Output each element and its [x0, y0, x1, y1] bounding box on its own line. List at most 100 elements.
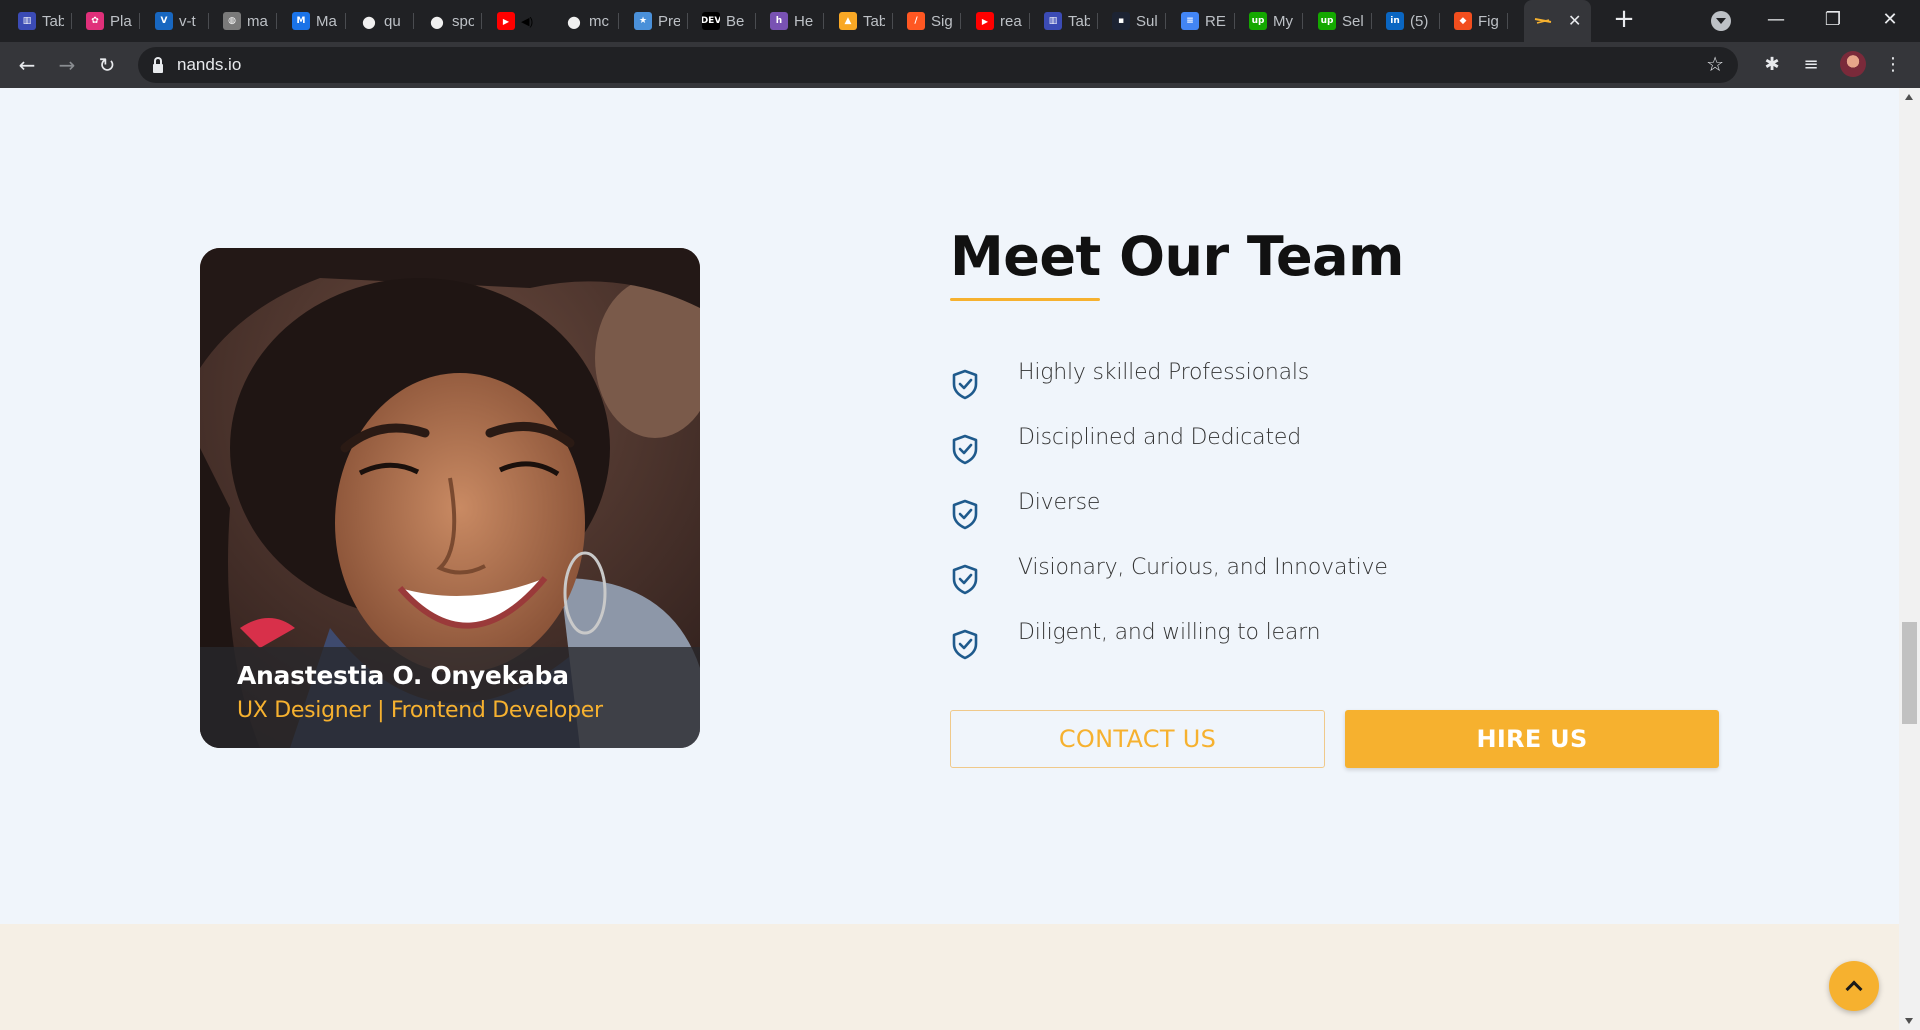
youtube-icon: ▶: [497, 12, 515, 30]
dark-app-icon: ▪: [1112, 12, 1130, 30]
youtube-icon: ▶: [976, 12, 994, 30]
feature-text: Diligent, and willing to learn: [1018, 620, 1321, 645]
browser-tab[interactable]: Vv-t: [149, 6, 209, 36]
lock-icon: [153, 56, 163, 73]
profile-avatar[interactable]: [1840, 51, 1866, 77]
tab-separator: [276, 13, 277, 29]
tab-separator: [413, 13, 414, 29]
reload-icon[interactable]: ↻: [93, 51, 121, 79]
team-member-caption: Anastestia O. Onyekaba UX Designer | Fro…: [200, 647, 700, 748]
url-text[interactable]: nands.io: [177, 55, 241, 75]
restore-button[interactable]: ❐: [1818, 6, 1848, 34]
bar-chart-icon: ▥: [18, 12, 36, 30]
browser-tab[interactable]: ★ Pre: [628, 6, 688, 36]
browser-tab[interactable]: ▪ Sul: [1106, 6, 1166, 36]
browser-tab[interactable]: ● mc: [559, 6, 619, 36]
feature-item: Diverse: [950, 490, 1388, 555]
page-scrollbar[interactable]: [1899, 88, 1920, 1030]
tab-separator: [1029, 13, 1030, 29]
shield-check-icon: [952, 564, 978, 595]
tab-title: qu: [384, 12, 401, 30]
tab-title: Sig: [931, 12, 953, 30]
tab-title: Ma: [316, 12, 337, 30]
heading-underline: [950, 298, 1100, 301]
close-tab-icon[interactable]: ✕: [1568, 11, 1581, 31]
browser-tab[interactable]: / Sig: [901, 6, 961, 36]
new-tab-button[interactable]: +: [1610, 6, 1638, 34]
tab-separator: [481, 13, 482, 29]
vuetify-icon: V: [155, 12, 173, 30]
docs-icon: ≡: [1181, 12, 1199, 30]
tab-title: Fig: [1478, 12, 1499, 30]
browser-tab[interactable]: ✿ Pla: [80, 6, 140, 36]
menu-icon[interactable]: ⋮: [1879, 51, 1907, 79]
browser-tab[interactable]: ≡ RE: [1175, 6, 1235, 36]
browser-tab[interactable]: ● spo: [422, 6, 482, 36]
heroku-icon: h: [770, 12, 788, 30]
browser-tab[interactable]: ▲ Tab: [833, 6, 893, 36]
browser-tab[interactable]: ▶ rea: [970, 6, 1030, 36]
browser-tab[interactable]: up My: [1243, 6, 1303, 36]
browser-tab[interactable]: ▥ Tab: [12, 6, 72, 36]
browser-tab[interactable]: h He: [764, 6, 824, 36]
minimize-button[interactable]: —: [1761, 6, 1791, 34]
tab-separator: [960, 13, 961, 29]
shield-check-icon: [952, 629, 978, 660]
browser-tab[interactable]: ◆ Fig: [1448, 6, 1508, 36]
upwork-icon: up: [1318, 12, 1336, 30]
media-control-icon[interactable]: ≡: [1797, 51, 1825, 79]
feature-item: Visionary, Curious, and Innovative: [950, 555, 1388, 620]
chevron-up-icon: [1845, 980, 1863, 998]
scrollbar-thumb[interactable]: [1902, 622, 1917, 724]
next-section-band: [0, 924, 1899, 1030]
browser-tab-strip: ▥ Tab ✿ Pla Vv-t ◍ ma M Ma ● qu ● spo ▶ ◀) ● mc ★ Pre DEV Be…: [0, 0, 1920, 42]
tab-title: rea: [1000, 12, 1022, 30]
feature-item: Highly skilled Professionals: [950, 360, 1388, 425]
scroll-down-arrow-icon[interactable]: [1905, 1018, 1913, 1024]
browser-tab[interactable]: ● qu: [354, 6, 414, 36]
tab-title: Sel: [1342, 12, 1364, 30]
tab-title: mc: [589, 12, 609, 30]
bookmark-star-icon[interactable]: ☆: [1706, 52, 1724, 76]
browser-tab[interactable]: ▥ Tab: [1038, 6, 1098, 36]
shield-check-icon: [952, 434, 978, 465]
back-arrow-icon[interactable]: ←: [13, 51, 41, 79]
github-icon: ●: [360, 12, 378, 30]
extensions-icon[interactable]: ✱: [1758, 51, 1786, 79]
feature-text: Disciplined and Dedicated: [1018, 425, 1301, 450]
tab-title: RE: [1205, 12, 1226, 30]
pink-app-icon: ✿: [86, 12, 104, 30]
contact-us-button[interactable]: CONTACT US: [950, 710, 1325, 768]
tab-active-nands[interactable]: ✕: [1524, 0, 1592, 42]
browser-tab[interactable]: DEV Be: [696, 6, 756, 36]
tab-separator: [208, 13, 209, 29]
hire-us-button[interactable]: HIRE US: [1345, 710, 1719, 768]
browser-tab[interactable]: ◍ ma: [217, 6, 277, 36]
tab-separator: [687, 13, 688, 29]
browser-tab[interactable]: M Ma: [286, 6, 346, 36]
tab-separator: [1507, 13, 1508, 29]
github-icon: ●: [565, 12, 583, 30]
tab-search-icon[interactable]: [1711, 11, 1731, 31]
close-window-button[interactable]: ✕: [1875, 6, 1905, 34]
tab-separator: [71, 13, 72, 29]
tab-title: v-t: [179, 12, 196, 30]
tab-title: Pla: [110, 12, 132, 30]
figma-icon: ◆: [1454, 12, 1472, 30]
scroll-to-top-button[interactable]: [1829, 961, 1879, 1011]
forward-arrow-icon[interactable]: →: [53, 51, 81, 79]
browser-tab[interactable]: ▶ ◀): [491, 6, 570, 36]
feature-text: Highly skilled Professionals: [1018, 360, 1310, 385]
team-member-card: Anastestia O. Onyekaba UX Designer | Fro…: [200, 248, 700, 748]
tab-separator: [618, 13, 619, 29]
browser-tab[interactable]: in (5): [1380, 6, 1440, 36]
feature-item: Diligent, and willing to learn: [950, 620, 1388, 685]
tab-title: spo: [452, 12, 474, 30]
speaker-icon[interactable]: ◀): [521, 15, 533, 28]
address-bar[interactable]: nands.io ☆: [138, 47, 1738, 83]
scroll-up-arrow-icon[interactable]: [1905, 94, 1913, 100]
tab-separator: [1165, 13, 1166, 29]
browser-tab[interactable]: up Sel: [1312, 6, 1372, 36]
tab-separator: [1234, 13, 1235, 29]
section-heading: Meet Our Team: [950, 225, 1404, 288]
